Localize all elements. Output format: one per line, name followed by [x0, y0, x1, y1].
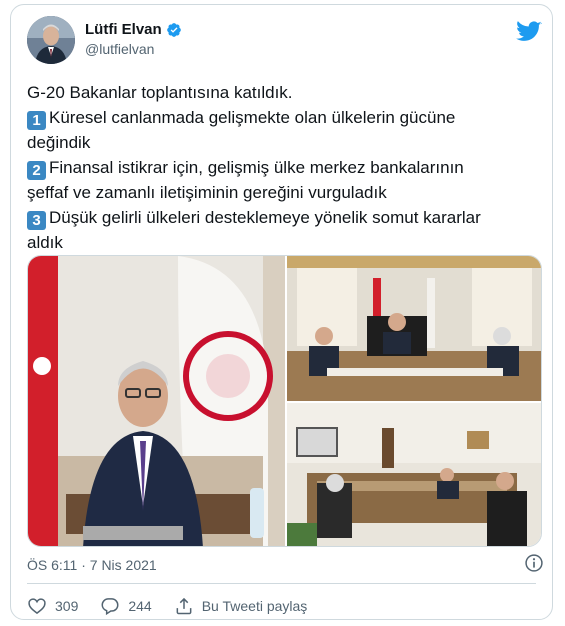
- info-icon[interactable]: [524, 553, 544, 573]
- tweet-line-5: 3 Düşük gelirli ülkeleri desteklemeye yön…: [27, 205, 542, 230]
- reply-count: 244: [128, 598, 152, 614]
- like-count: 309: [55, 598, 79, 614]
- divider: [27, 583, 536, 584]
- media-grid: [27, 255, 542, 547]
- tweet-card: Lütfi Elvan @lutfielvan G-20 Bakanlar to…: [10, 4, 553, 620]
- tweet-actions: 309 244 Bu Tweeti paylaş: [27, 596, 329, 616]
- reply-button[interactable]: 244: [100, 596, 152, 616]
- keycap-2-emoji: 2: [27, 161, 46, 180]
- media-photo-3[interactable]: [287, 403, 541, 546]
- media-photo-2[interactable]: [287, 256, 541, 401]
- keycap-3-emoji: 3: [27, 211, 46, 230]
- media-photo-1[interactable]: [28, 256, 285, 546]
- reply-bubble-icon: [101, 598, 119, 616]
- share-icon: [176, 597, 192, 615]
- avatar[interactable]: [27, 16, 75, 64]
- keycap-1-emoji: 1: [27, 111, 46, 130]
- twitter-logo-icon[interactable]: [516, 20, 542, 42]
- tweet-text: G-20 Bakanlar toplantısına katıldık. 1 Kü…: [27, 80, 542, 255]
- display-name[interactable]: Lütfi Elvan: [85, 21, 162, 38]
- tweet-line-3: 2 Finansal istikrar için, gelişmiş ülke m…: [27, 155, 542, 180]
- tweet-line-1: 1 Küresel canlanmada gelişmekte olan ülke…: [27, 105, 542, 130]
- share-label: Bu Tweeti paylaş: [201, 598, 308, 614]
- tweet-line-2: değindik: [27, 133, 91, 152]
- verified-badge-icon: [166, 22, 181, 37]
- share-button[interactable]: Bu Tweeti paylaş: [174, 596, 308, 616]
- tweet-timestamp[interactable]: ÖS 6:11 · 7 Nis 2021: [27, 557, 157, 573]
- heart-icon: [28, 598, 46, 615]
- tweet-line-6: aldık: [27, 233, 63, 252]
- tweet-line-4: şeffaf ve zamanlı iletişiminin gereğini …: [27, 183, 387, 202]
- display-name-row[interactable]: Lütfi Elvan: [85, 21, 182, 38]
- tweet-line-0: G-20 Bakanlar toplantısına katıldık.: [27, 83, 293, 102]
- tweet-header: Lütfi Elvan @lutfielvan: [27, 16, 542, 68]
- user-handle[interactable]: @lutfielvan: [85, 41, 182, 57]
- like-button[interactable]: 309: [27, 596, 78, 616]
